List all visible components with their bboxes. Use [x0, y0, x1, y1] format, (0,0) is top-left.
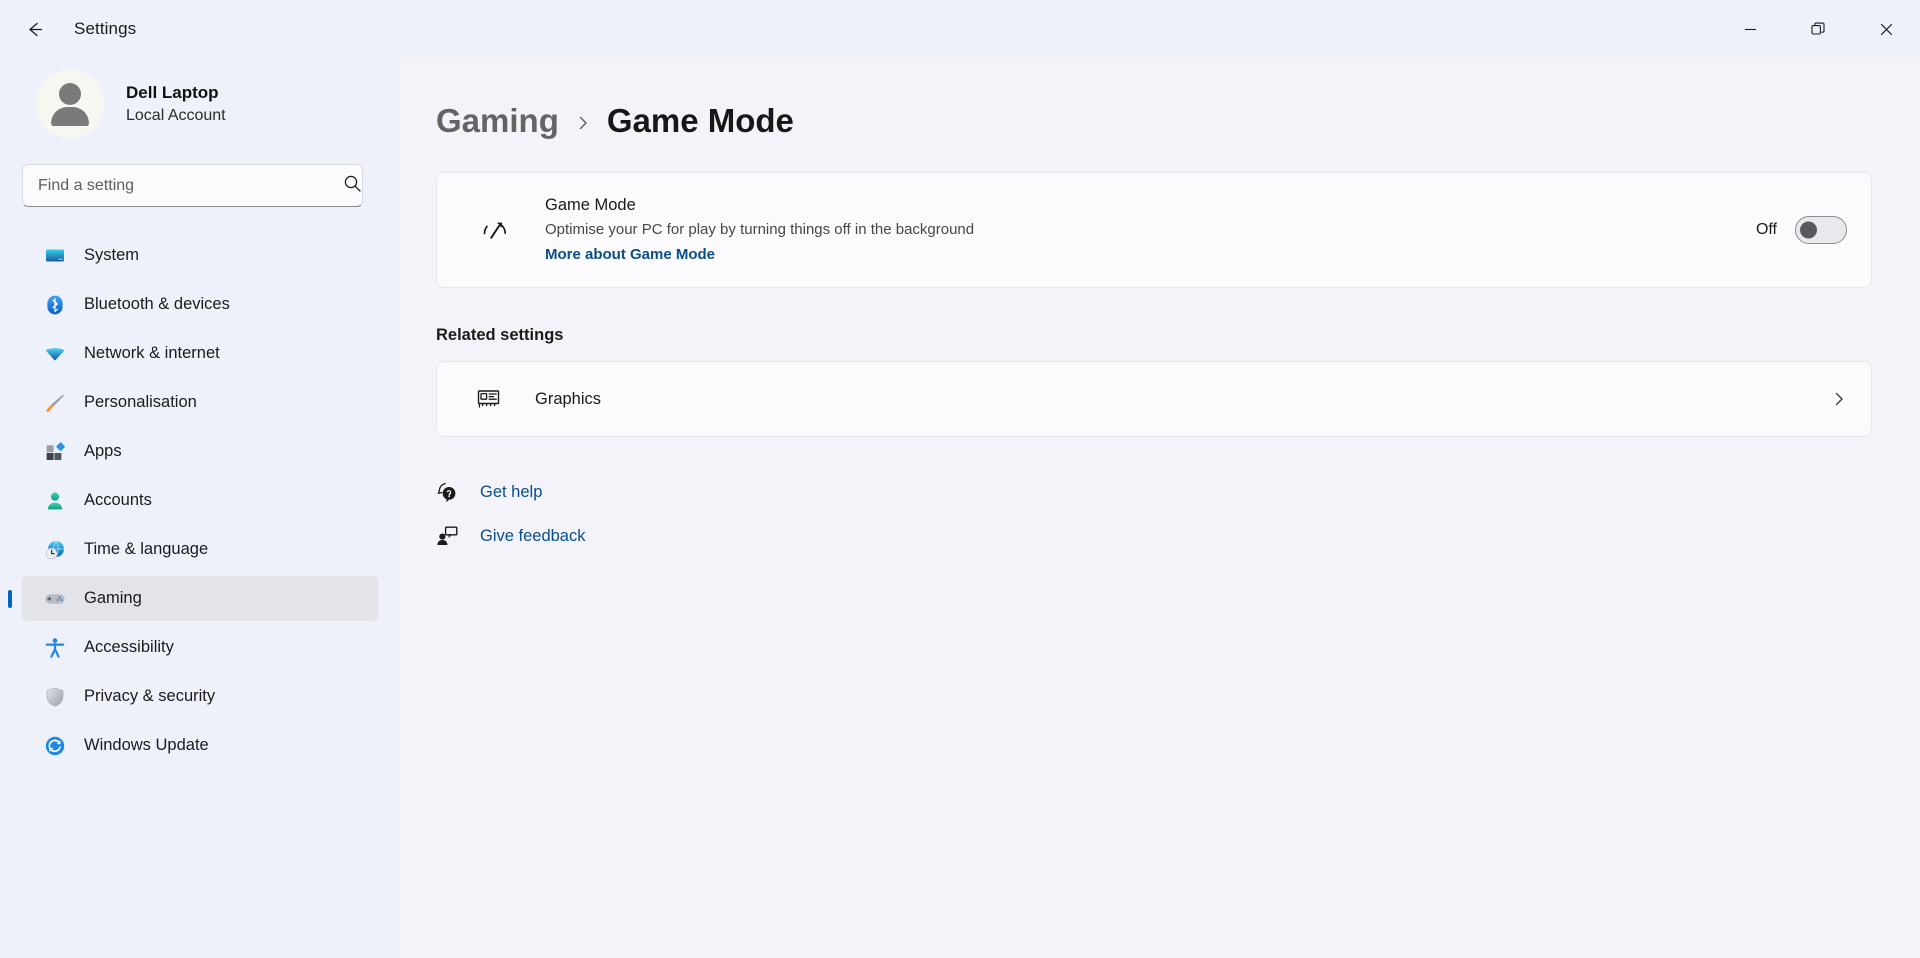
breadcrumb: Gaming Game Mode — [436, 102, 1872, 140]
game-mode-toggle-state: Off — [1755, 221, 1777, 239]
back-arrow-icon — [28, 22, 42, 36]
close-icon — [1880, 23, 1892, 35]
get-help-link[interactable]: Get help — [436, 481, 542, 503]
window-title: Settings — [74, 19, 137, 38]
account-name: Dell Laptop — [126, 82, 219, 102]
sidebar-item-label: Accessibility — [84, 638, 174, 656]
chevron-right-icon — [1831, 391, 1847, 407]
more-about-game-mode-link[interactable]: More about Game Mode — [545, 242, 715, 268]
give-feedback-link[interactable]: Give feedback — [436, 525, 585, 547]
footer-links: Get help Give feedback — [436, 481, 1872, 547]
main-content: Gaming Game Mode Game Mode Optimise your… — [400, 58, 1920, 958]
breadcrumb-parent-gaming[interactable]: Gaming — [436, 102, 559, 140]
privacy-security-icon — [44, 686, 66, 708]
accounts-icon — [44, 490, 66, 512]
sidebar-item-label: Gaming — [84, 589, 142, 607]
graphics-card-icon — [473, 386, 505, 412]
minimize-icon — [1744, 28, 1756, 30]
restore-icon — [1811, 22, 1825, 35]
window-controls — [1716, 0, 1920, 58]
sidebar-item-privacy-security[interactable]: Privacy & security — [22, 674, 378, 719]
apps-icon — [44, 441, 66, 463]
account-block[interactable]: Dell Laptop Local Account — [22, 58, 378, 158]
windows-update-icon — [44, 735, 66, 757]
game-mode-card: Game Mode Optimise your PC for play by t… — [436, 172, 1872, 289]
give-feedback-label: Give feedback — [480, 526, 586, 545]
minimize-button[interactable] — [1716, 0, 1784, 58]
sidebar-item-label: Apps — [84, 442, 122, 460]
network-icon — [44, 343, 66, 365]
restore-button[interactable] — [1784, 0, 1852, 58]
avatar-body — [51, 106, 89, 126]
get-help-label: Get help — [480, 482, 543, 501]
avatar — [36, 70, 104, 138]
graphics-label: Graphics — [535, 389, 602, 408]
sidebar-item-personalisation[interactable]: Personalisation — [22, 380, 378, 425]
account-type: Local Account — [126, 106, 226, 124]
game-mode-text: Game Mode Optimise your PC for play by t… — [545, 193, 1756, 267]
graphics-row[interactable]: Graphics — [436, 361, 1872, 438]
chevron-right-icon — [575, 111, 591, 131]
sidebar-item-label: Network & internet — [84, 344, 220, 362]
sidebar-item-label: Time & language — [84, 540, 209, 558]
game-mode-description: Optimise your PC for play by turning thi… — [545, 220, 975, 238]
back-button[interactable] — [12, 7, 56, 51]
sidebar-item-network-internet[interactable]: Network & internet — [22, 331, 378, 376]
sidebar-item-label: System — [84, 246, 140, 264]
time-language-icon — [44, 539, 66, 561]
sidebar-item-label: Accounts — [84, 491, 152, 509]
sidebar-nav: System Bluetooth & devices Network & int… — [22, 233, 378, 768]
sidebar-item-windows-update[interactable]: Windows Update — [22, 723, 378, 768]
game-mode-toggle-area: Off — [1755, 216, 1847, 245]
sidebar-item-accounts[interactable]: Accounts — [22, 478, 378, 523]
feedback-icon — [436, 525, 458, 547]
toggle-thumb — [1800, 221, 1817, 239]
game-mode-toggle[interactable] — [1795, 216, 1847, 245]
related-settings-heading: Related settings — [436, 326, 564, 345]
breadcrumb-current-game-mode: Game Mode — [606, 102, 794, 139]
sidebar-item-label: Personalisation — [84, 393, 197, 411]
title-bar: Settings — [0, 0, 1920, 58]
close-button[interactable] — [1852, 0, 1920, 58]
sidebar-item-label: Windows Update — [84, 736, 209, 754]
sidebar-item-time-language[interactable]: Time & language — [22, 527, 378, 572]
sidebar-item-apps[interactable]: Apps — [22, 429, 378, 474]
help-icon — [436, 481, 458, 503]
sidebar: Dell Laptop Local Account Find a setting… — [0, 58, 400, 958]
sidebar-item-label: Privacy & security — [84, 687, 216, 705]
sidebar-item-gaming[interactable]: Gaming — [22, 576, 378, 621]
game-mode-title: Game Mode — [545, 196, 636, 214]
bluetooth-icon — [44, 294, 66, 316]
system-icon — [44, 245, 66, 267]
search-box — [22, 164, 378, 207]
sidebar-item-accessibility[interactable]: Accessibility — [22, 625, 378, 670]
sidebar-item-system[interactable]: System — [22, 233, 378, 278]
search-input[interactable] — [22, 164, 363, 207]
app-shell: Dell Laptop Local Account Find a setting… — [0, 58, 1920, 958]
personalisation-icon — [44, 392, 66, 414]
gaming-icon — [44, 588, 66, 610]
accessibility-icon — [44, 637, 66, 659]
sidebar-item-label: Bluetooth & devices — [84, 295, 230, 313]
avatar-head — [59, 83, 81, 105]
game-mode-gauge-icon — [473, 213, 517, 247]
sidebar-item-bluetooth-devices[interactable]: Bluetooth & devices — [22, 282, 378, 327]
